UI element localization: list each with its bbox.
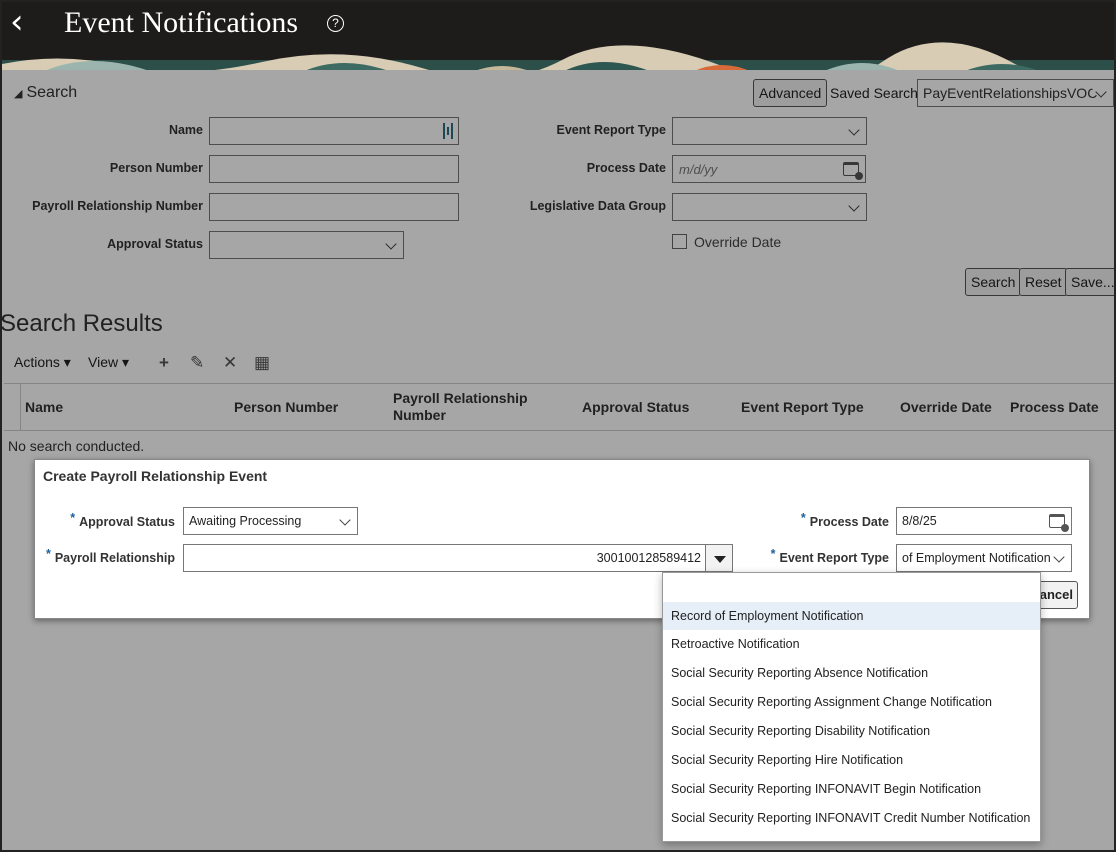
dropdown-option[interactable]: Social Security Reporting Disability Not…: [663, 717, 1040, 745]
process-date-input[interactable]: 8/8/25: [896, 507, 1072, 535]
approval-status-label: * Approval Status: [70, 511, 175, 529]
required-marker: *: [770, 547, 776, 561]
dialog-title: Create Payroll Relationship Event: [43, 468, 268, 484]
dropdown-option[interactable]: Social Security Reporting INFONAVIT Begi…: [663, 775, 1040, 803]
dropdown-option[interactable]: Social Security Reporting Assignment Cha…: [663, 688, 1040, 716]
dropdown-option[interactable]: Social Security Reporting INFONAVIT Disc…: [663, 833, 1040, 841]
process-date-label: * Process Date: [801, 511, 889, 529]
payroll-relationship-input[interactable]: 300100128589412: [183, 544, 706, 572]
chevron-down-icon: [339, 514, 351, 526]
approval-status-select[interactable]: Awaiting Processing: [183, 507, 358, 535]
payroll-relationship-label-text: Payroll Relationship: [54, 551, 175, 565]
cancel-button-label: ancel: [1039, 587, 1073, 602]
dropdown-option[interactable]: Social Security Reporting INFONAVIT Cred…: [663, 804, 1040, 832]
payroll-relationship-dropdown-button[interactable]: [705, 544, 733, 572]
approval-status-label-text: Approval Status: [79, 515, 175, 529]
dropdown-option[interactable]: Social Security Reporting Absence Notifi…: [663, 659, 1040, 687]
event-report-type-value: of Employment Notification: [902, 551, 1051, 565]
event-report-type-label-text: Event Report Type: [779, 551, 889, 565]
approval-status-value: Awaiting Processing: [189, 514, 302, 528]
required-marker: *: [45, 547, 51, 561]
dropdown-option[interactable]: Retroactive Notification: [663, 630, 1040, 658]
dropdown-option[interactable]: Social Security Reporting Hire Notificat…: [663, 746, 1040, 774]
event-report-type-label: * Event Report Type: [771, 547, 889, 565]
payroll-relationship-value: 300100128589412: [596, 551, 701, 565]
event-report-type-select[interactable]: of Employment Notification: [896, 544, 1072, 572]
required-marker: *: [800, 511, 806, 525]
process-date-label-text: Process Date: [809, 515, 889, 529]
payroll-relationship-label: * Payroll Relationship: [46, 547, 175, 565]
help-icon[interactable]: ?: [327, 15, 344, 32]
required-marker: *: [70, 511, 76, 525]
dropdown-option[interactable]: Record of Employment Notification: [663, 602, 1040, 630]
back-icon[interactable]: ‹: [10, 5, 34, 39]
page-header: ‹ Event Notifications ?: [2, 2, 1114, 72]
calendar-icon[interactable]: [1049, 514, 1069, 532]
app-window: ‹ Event Notifications ? ◢ Search Advanced…: [0, 0, 1116, 852]
page-title: Event Notifications: [64, 6, 299, 39]
event-report-type-dropdown-list: Record of Employment Notification Retroa…: [662, 572, 1041, 842]
chevron-down-icon: [1053, 551, 1065, 563]
process-date-value: 8/8/25: [902, 514, 937, 528]
